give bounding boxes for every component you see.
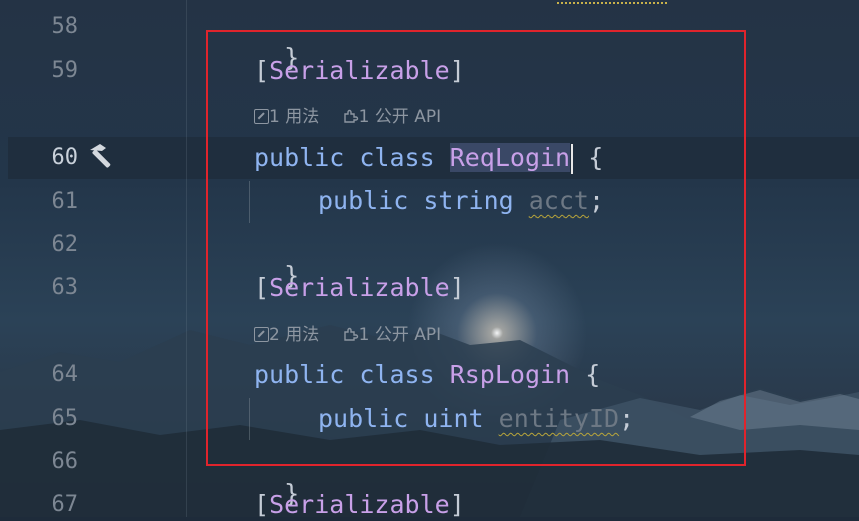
line-number: 65 [51, 406, 79, 431]
selection-highlight-box [206, 30, 746, 466]
line-number: 60 [51, 145, 79, 170]
attr-open: [ [254, 490, 270, 519]
line-number: 59 [51, 58, 79, 83]
attr-close: ] [449, 490, 465, 519]
warning-underline [557, 0, 667, 4]
line-number: 67 [51, 492, 79, 517]
hammer-icon[interactable] [86, 142, 118, 172]
line-number: 58 [51, 14, 79, 39]
line-number: 61 [51, 189, 79, 214]
attribute-name: Serializable [269, 490, 450, 519]
line-number: 63 [51, 275, 79, 300]
line-number: 66 [51, 449, 79, 474]
line-number: 62 [51, 232, 79, 257]
code-line-67[interactable]: [Serializable] [254, 489, 465, 521]
gutter-divider [186, 0, 187, 517]
line-number: 64 [51, 362, 79, 387]
